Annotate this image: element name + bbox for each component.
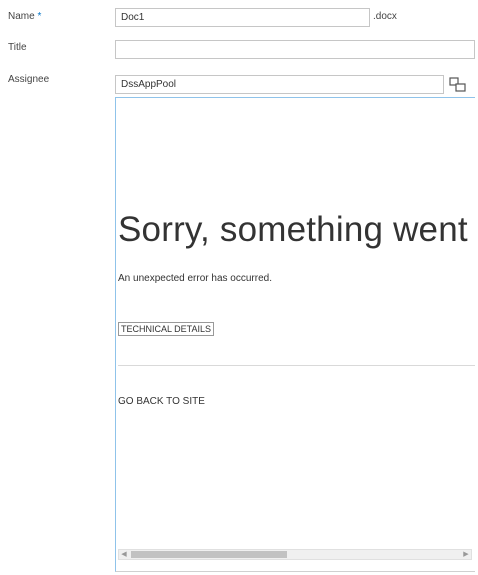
- assignee-label: Assignee: [8, 74, 50, 85]
- name-input[interactable]: Doc1: [115, 8, 370, 27]
- title-label: Title: [8, 42, 27, 53]
- assignee-input[interactable]: DssAppPool: [115, 75, 444, 94]
- divider: [118, 365, 475, 366]
- go-back-link[interactable]: GO BACK TO SITE: [118, 396, 205, 407]
- file-extension: .docx: [373, 11, 397, 22]
- horizontal-scrollbar[interactable]: ◀ ▶: [118, 549, 472, 560]
- error-title: Sorry, something went wro: [118, 210, 475, 249]
- name-label-text: Name: [8, 11, 35, 22]
- scroll-left-arrow-icon[interactable]: ◀: [119, 550, 129, 559]
- scrollbar-thumb[interactable]: [131, 551, 287, 558]
- name-label: Name *: [8, 11, 41, 22]
- title-input[interactable]: [115, 40, 475, 59]
- name-input-value: Doc1: [121, 12, 145, 23]
- error-frame: Sorry, something went wro An unexpected …: [115, 97, 475, 572]
- technical-details-button[interactable]: TECHNICAL DETAILS: [118, 322, 215, 336]
- required-marker: *: [34, 11, 42, 22]
- error-message: An unexpected error has occurred.: [118, 273, 272, 284]
- assignee-input-value: DssAppPool: [121, 79, 177, 90]
- scroll-right-arrow-icon[interactable]: ▶: [461, 550, 471, 559]
- people-picker-icon[interactable]: [448, 75, 468, 95]
